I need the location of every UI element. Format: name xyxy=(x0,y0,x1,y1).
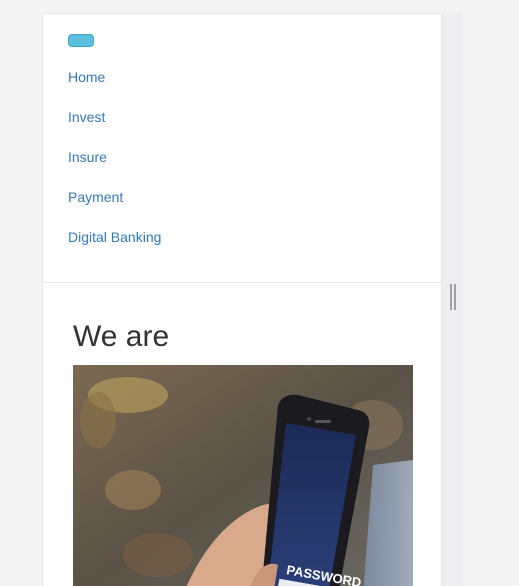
nav-link-digital-banking[interactable]: Digital Banking xyxy=(68,229,161,245)
nav-item-invest: Invest xyxy=(68,109,161,149)
nav-item-payment: Payment xyxy=(68,189,161,229)
hero-image: PASSWORD xyxy=(73,365,413,586)
page-frame: Home Invest Insure Payment Digital Banki… xyxy=(42,13,442,586)
nav-link-home[interactable]: Home xyxy=(68,69,105,85)
nav-link-invest[interactable]: Invest xyxy=(68,109,105,125)
resize-handle[interactable] xyxy=(450,284,456,310)
nav-item-digital-banking: Digital Banking xyxy=(68,229,161,269)
nav-item-home: Home xyxy=(68,69,161,109)
hero-phone-illustration: PASSWORD xyxy=(73,365,413,586)
nav-item-insure: Insure xyxy=(68,149,161,189)
navigation-menu: Home Invest Insure Payment Digital Banki… xyxy=(43,14,441,283)
nav-list: Home Invest Insure Payment Digital Banki… xyxy=(68,69,161,269)
nav-link-insure[interactable]: Insure xyxy=(68,149,107,165)
page-heading: We are xyxy=(73,320,170,353)
menu-toggle-button[interactable] xyxy=(68,34,94,47)
nav-link-payment[interactable]: Payment xyxy=(68,189,123,205)
